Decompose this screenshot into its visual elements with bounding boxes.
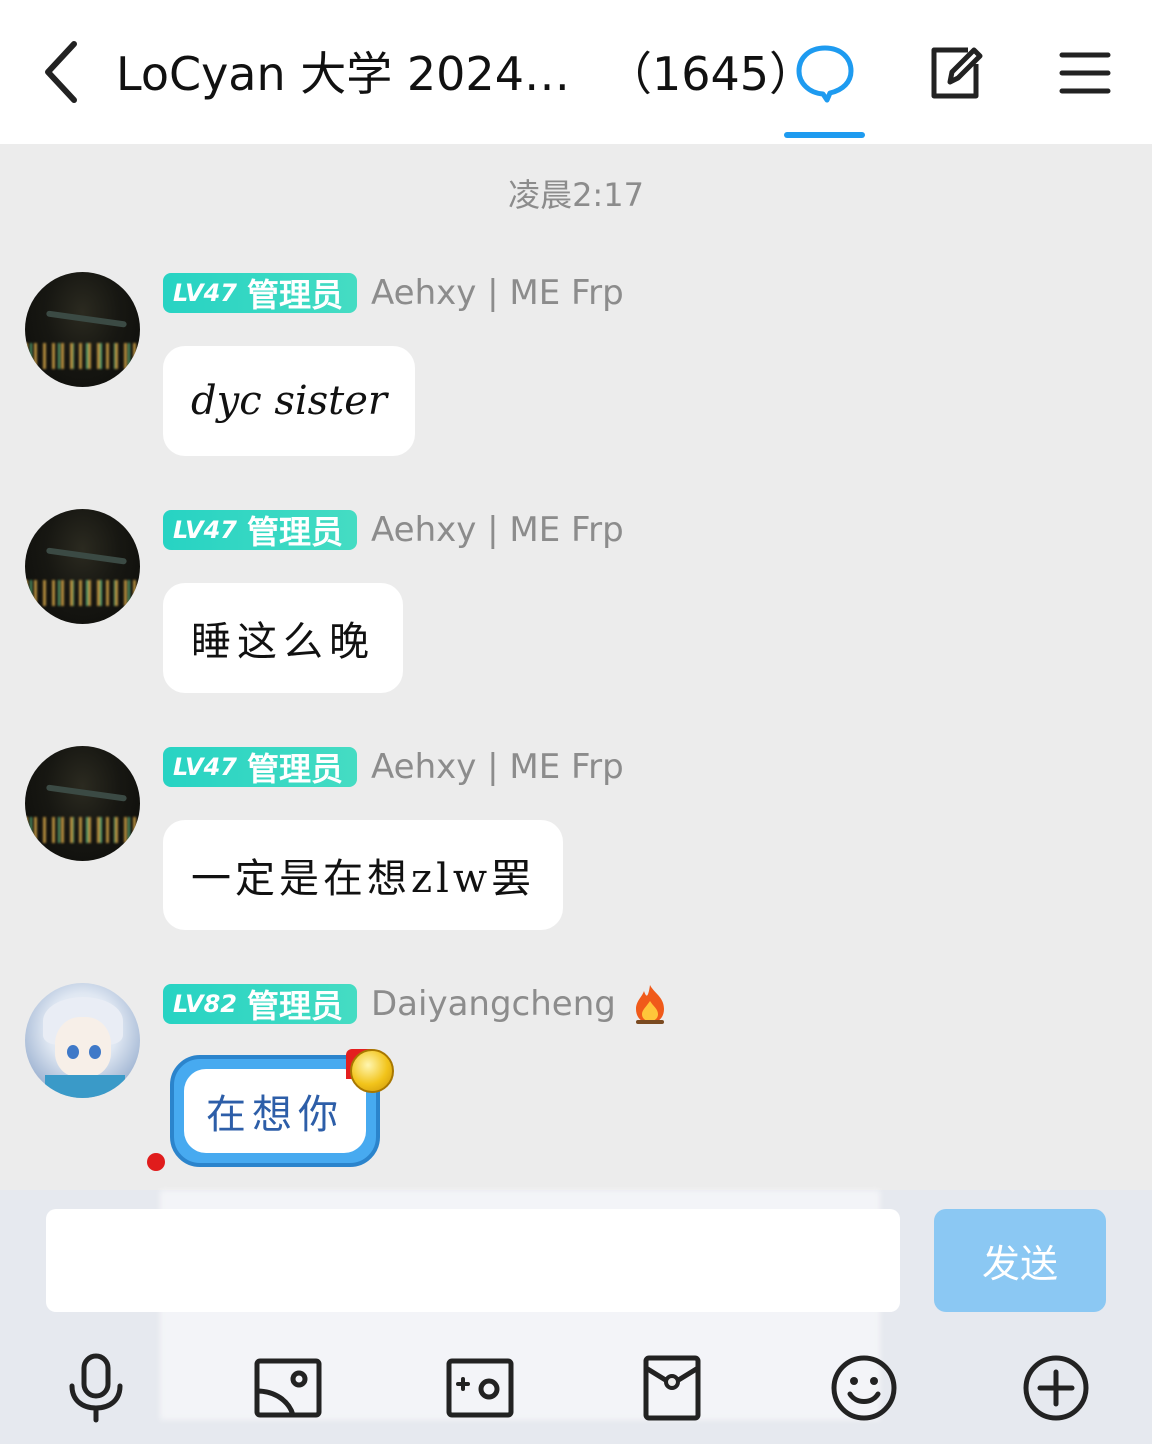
role-text: 管理员 <box>246 987 343 1025</box>
voice-button[interactable] <box>58 1350 134 1426</box>
send-button[interactable]: 发送 <box>934 1209 1106 1312</box>
sender-meta: LV47 管理员 Aehxy | ME Frp <box>163 272 624 314</box>
level-badge: LV47 管理员 <box>163 510 357 551</box>
back-button[interactable] <box>30 36 90 108</box>
active-tab-indicator <box>784 132 865 138</box>
level-text: LV82 <box>173 990 237 1018</box>
red-packet-icon <box>643 1355 701 1421</box>
member-count: （1645） <box>605 47 816 101</box>
camera-icon <box>446 1358 514 1418</box>
role-text: 管理员 <box>246 750 343 788</box>
microphone-icon <box>69 1353 123 1423</box>
red-packet-button[interactable] <box>634 1350 710 1426</box>
edit-button[interactable] <box>920 38 990 108</box>
level-text: LV47 <box>173 753 237 781</box>
message-bubble[interactable]: 睡这么晚 <box>163 583 403 693</box>
role-text: 管理员 <box>246 276 343 314</box>
level-badge: LV47 管理员 <box>163 747 357 788</box>
sender-name[interactable]: Aehxy | ME Frp <box>371 747 624 787</box>
level-text: LV47 <box>173 279 237 307</box>
chat-bubble-icon <box>796 45 854 103</box>
level-badge: LV82 管理员 <box>163 984 357 1025</box>
group-title[interactable]: LoCyan 大学 2024… （1645） <box>116 40 815 108</box>
bell-icon <box>350 1049 394 1093</box>
sender-meta: LV47 管理员 Aehxy | ME Frp <box>163 509 624 551</box>
camera-button[interactable] <box>442 1350 518 1426</box>
chevron-left-icon <box>45 41 77 103</box>
message-input[interactable] <box>46 1209 900 1312</box>
sender-name[interactable]: Daiyangcheng <box>371 984 616 1024</box>
avatar[interactable] <box>25 746 140 861</box>
message-timestamp: 凌晨2:17 <box>508 176 644 214</box>
image-icon <box>254 1358 322 1418</box>
plus-icon <box>1023 1355 1089 1421</box>
avatar[interactable] <box>25 983 140 1098</box>
fire-emoji-icon <box>630 983 670 1025</box>
sender-meta: LV47 管理员 Aehxy | ME Frp <box>163 746 624 788</box>
emoji-icon <box>831 1355 897 1421</box>
chat-header: LoCyan 大学 2024… （1645） <box>0 0 1152 144</box>
role-text: 管理员 <box>246 513 343 551</box>
edit-icon <box>931 47 983 99</box>
level-text: LV47 <box>173 516 237 544</box>
emoji-button[interactable] <box>826 1350 902 1426</box>
message-bubble[interactable]: 一定是在想zlw罢 <box>163 820 564 930</box>
menu-icon <box>1059 52 1111 94</box>
more-button[interactable] <box>1018 1350 1094 1426</box>
tab-chat[interactable] <box>790 38 860 108</box>
image-button[interactable] <box>250 1350 326 1426</box>
menu-button[interactable] <box>1050 38 1120 108</box>
level-badge: LV47 管理员 <box>163 273 357 314</box>
avatar[interactable] <box>25 272 140 387</box>
message-bubble[interactable]: dyc sister <box>163 346 416 456</box>
bubble-decoration-dot <box>147 1153 165 1171</box>
sender-meta: LV82 管理员 Daiyangcheng <box>163 983 670 1025</box>
sender-name[interactable]: Aehxy | ME Frp <box>371 510 624 550</box>
group-name: LoCyan 大学 2024… <box>116 47 570 101</box>
message-text: 在想你 <box>184 1069 366 1153</box>
sender-name[interactable]: Aehxy | ME Frp <box>371 273 624 313</box>
avatar[interactable] <box>25 509 140 624</box>
